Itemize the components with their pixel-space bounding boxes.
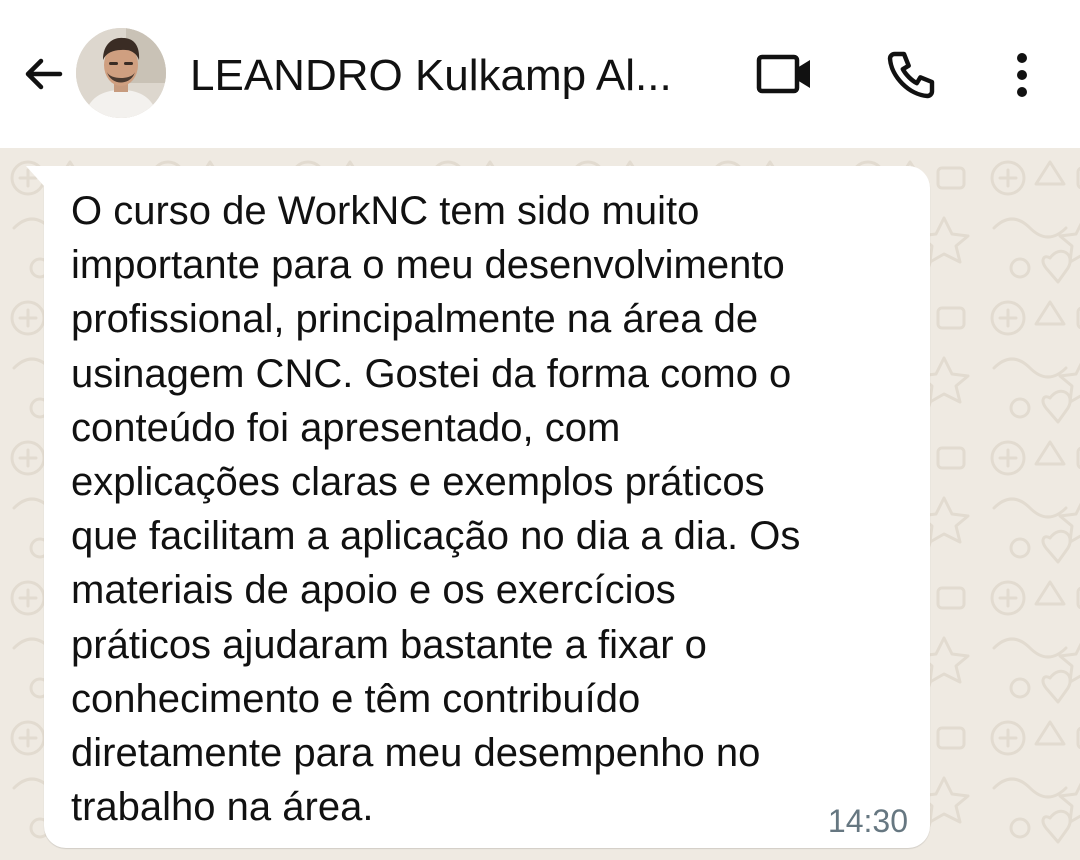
more-vertical-icon: [1017, 53, 1027, 97]
avatar[interactable]: [76, 28, 166, 118]
more-options-button[interactable]: [1000, 44, 1044, 106]
video-call-button[interactable]: [752, 46, 818, 102]
message-timestamp: 14:30: [827, 803, 908, 839]
back-button[interactable]: [16, 44, 72, 104]
contact-photo: [76, 28, 166, 118]
phone-call-icon: [887, 51, 935, 99]
voice-call-button[interactable]: [880, 44, 942, 106]
contact-name[interactable]: LEANDRO Kulkamp Al...: [190, 44, 672, 108]
message-bubble[interactable]: O curso de WorkNC tem sido muito importa…: [26, 166, 930, 848]
arrow-back-icon: [25, 58, 63, 90]
chat-area[interactable]: O curso de WorkNC tem sido muito importa…: [0, 148, 1080, 860]
video-call-icon: [756, 54, 810, 94]
message-text: O curso de WorkNC tem sido muito importa…: [71, 189, 801, 830]
chat-header: LEANDRO Kulkamp Al...: [0, 0, 1080, 148]
